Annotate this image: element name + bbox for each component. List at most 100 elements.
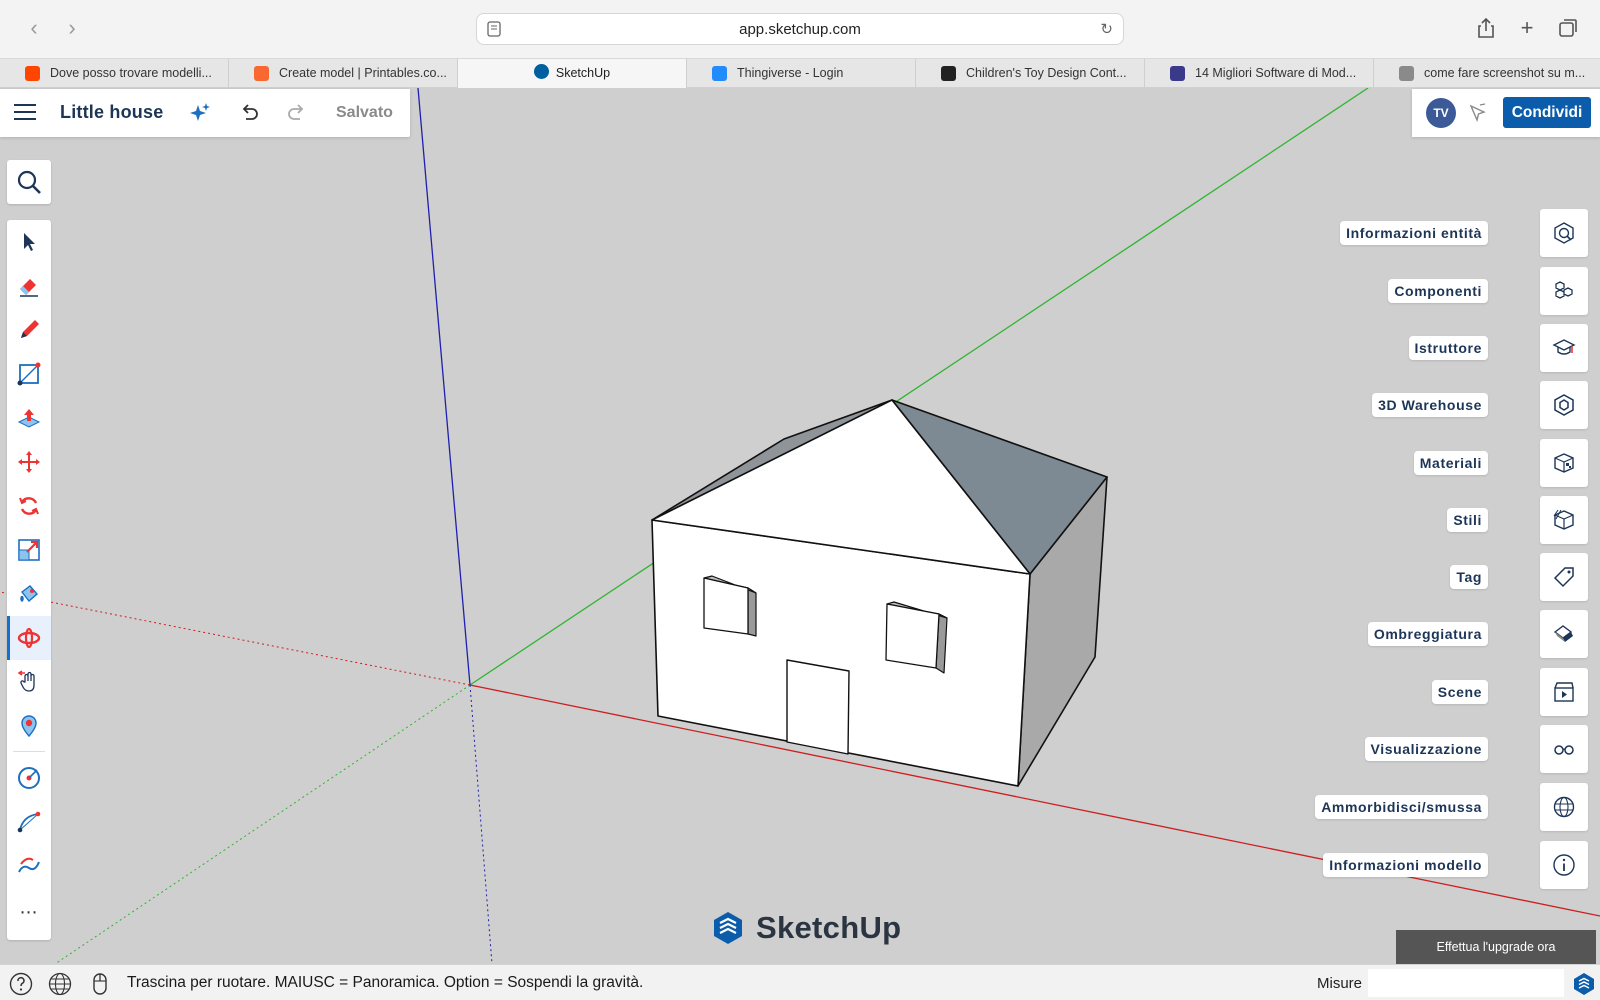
tag-icon — [1553, 567, 1574, 588]
panel-label-shadows[interactable]: Ombreggiatura — [1367, 622, 1488, 646]
browser-toolbar: ‹ › app.sketchup.com ↻ + — [0, 0, 1600, 58]
blue-axis-negative — [469, 684, 493, 964]
printables-favicon-icon — [254, 66, 269, 81]
browser-tab[interactable]: Thingiverse - Login — [687, 59, 916, 88]
arc-tool[interactable] — [7, 800, 51, 844]
materials-button[interactable] — [1540, 439, 1588, 487]
paint-tool[interactable] — [7, 572, 51, 616]
hamburger-menu-icon[interactable] — [14, 103, 36, 121]
sketchup-logo-icon — [714, 912, 742, 944]
components-button[interactable] — [1540, 267, 1588, 315]
move-tool[interactable] — [7, 440, 51, 484]
browser-tab[interactable]: 14 Migliori Software di Mod... — [1145, 59, 1374, 88]
back-button[interactable]: ‹ — [20, 14, 48, 42]
mouse-icon[interactable] — [88, 972, 112, 996]
sketchup-corner-logo-icon[interactable] — [1572, 972, 1596, 996]
browser-tab-active[interactable]: SketchUp — [458, 59, 687, 88]
search-tool[interactable] — [7, 160, 51, 204]
language-globe-icon[interactable] — [48, 972, 72, 996]
styles-button[interactable] — [1540, 496, 1588, 544]
tape-measure-icon — [18, 767, 40, 789]
tag-button[interactable] — [1540, 553, 1588, 601]
panel-label-materials[interactable]: Materiali — [1413, 451, 1488, 475]
move-arrows-icon — [18, 451, 40, 473]
house-model[interactable] — [651, 399, 1108, 787]
measurements-input[interactable] — [1368, 969, 1564, 997]
select-tool[interactable] — [7, 220, 51, 264]
reload-icon[interactable]: ↻ — [1100, 20, 1113, 38]
share-sheet-icon[interactable] — [1474, 16, 1498, 40]
soften-button[interactable] — [1540, 783, 1588, 831]
panel-label-entity-info[interactable]: Informazioni entità — [1340, 221, 1488, 245]
pencil-icon — [21, 320, 39, 338]
rotate-icon — [19, 497, 39, 515]
green-axis-negative — [54, 684, 471, 964]
upgrade-button[interactable]: Effettua l'upgrade ora — [1396, 930, 1596, 964]
status-hint: Trascina per ruotare. MAIUSC = Panoramic… — [127, 974, 644, 991]
pencil-tool[interactable] — [7, 308, 51, 352]
help-icon[interactable] — [9, 972, 33, 996]
window-right[interactable] — [885, 603, 940, 669]
instructor-button[interactable] — [1540, 324, 1588, 372]
panel-label-components[interactable]: Componenti — [1388, 279, 1488, 303]
shadows-button[interactable] — [1540, 610, 1588, 658]
panel-label-tag[interactable]: Tag — [1450, 565, 1488, 589]
window-left[interactable] — [703, 577, 749, 635]
scenes-icon — [1554, 682, 1574, 702]
tape-measure-tool[interactable] — [7, 756, 51, 800]
position-camera-icon — [21, 715, 37, 738]
browser-tab[interactable]: Children's Toy Design Cont... — [916, 59, 1145, 88]
user-avatar[interactable]: TV — [1426, 98, 1456, 128]
panel-label-display[interactable]: Visualizzazione — [1364, 737, 1488, 761]
model-title[interactable]: Little house — [60, 102, 163, 123]
more-tools-button[interactable]: ⋯ — [7, 892, 51, 936]
3d-viewport[interactable] — [0, 88, 1600, 964]
panel-label-soften[interactable]: Ammorbidisci/smussa — [1315, 795, 1488, 819]
forward-button[interactable]: › — [58, 14, 86, 42]
freehand-tool[interactable] — [7, 844, 51, 888]
collaboration-cursor-icon[interactable] — [1466, 101, 1488, 123]
panel-label-instructor[interactable]: Istruttore — [1408, 336, 1488, 360]
new-tab-icon[interactable]: + — [1515, 16, 1539, 40]
scale-tool[interactable] — [7, 528, 51, 572]
eraser-tool[interactable] — [7, 264, 51, 308]
tab-overview-icon[interactable] — [1556, 16, 1580, 40]
address-bar[interactable]: app.sketchup.com ↻ — [476, 13, 1124, 45]
panel-label-styles[interactable]: Stili — [1447, 508, 1488, 532]
thingiverse-favicon-icon — [712, 66, 727, 81]
orbit-tool[interactable] — [7, 616, 51, 660]
display-button[interactable] — [1540, 725, 1588, 773]
account-share-area: TV Condividi — [1412, 89, 1600, 137]
materials-icon — [1554, 453, 1574, 473]
shadows-icon — [1553, 625, 1573, 642]
model-scene[interactable] — [0, 88, 1600, 964]
redo-icon[interactable] — [285, 101, 309, 125]
scenes-button[interactable] — [1540, 668, 1588, 716]
ai-sparkle-icon[interactable] — [188, 101, 212, 125]
front-door[interactable] — [786, 659, 850, 755]
push-pull-tool[interactable] — [7, 396, 51, 440]
panel-label-scenes[interactable]: Scene — [1431, 680, 1488, 704]
entity-info-button[interactable] — [1540, 209, 1588, 257]
measurements-label: Misure — [1317, 975, 1363, 992]
software-favicon-icon — [1170, 66, 1185, 81]
styles-icon — [1553, 509, 1574, 530]
search-icon — [17, 170, 41, 194]
position-camera-tool[interactable] — [7, 704, 51, 748]
undo-icon[interactable] — [237, 101, 261, 125]
orbit-icon — [17, 627, 41, 649]
browser-tab[interactable]: Dove posso trovare modelli... — [0, 59, 229, 88]
rectangle-tool[interactable] — [7, 352, 51, 396]
panel-label-3d-warehouse[interactable]: 3D Warehouse — [1372, 393, 1488, 417]
browser-tab[interactable]: Create model | Printables.co... — [229, 59, 458, 88]
pan-tool[interactable] — [7, 660, 51, 704]
scale-icon — [18, 539, 40, 561]
tool-palette: ⋯ — [7, 220, 51, 940]
panel-label-model-info[interactable]: Informazioni modello — [1323, 853, 1488, 877]
model-info-button[interactable] — [1540, 841, 1588, 889]
rotate-tool[interactable] — [7, 484, 51, 528]
share-button[interactable]: Condividi — [1503, 97, 1591, 128]
browser-tab[interactable]: come fare screenshot su m... — [1374, 59, 1600, 88]
3d-warehouse-button[interactable] — [1540, 381, 1588, 429]
contest-favicon-icon — [941, 66, 956, 81]
